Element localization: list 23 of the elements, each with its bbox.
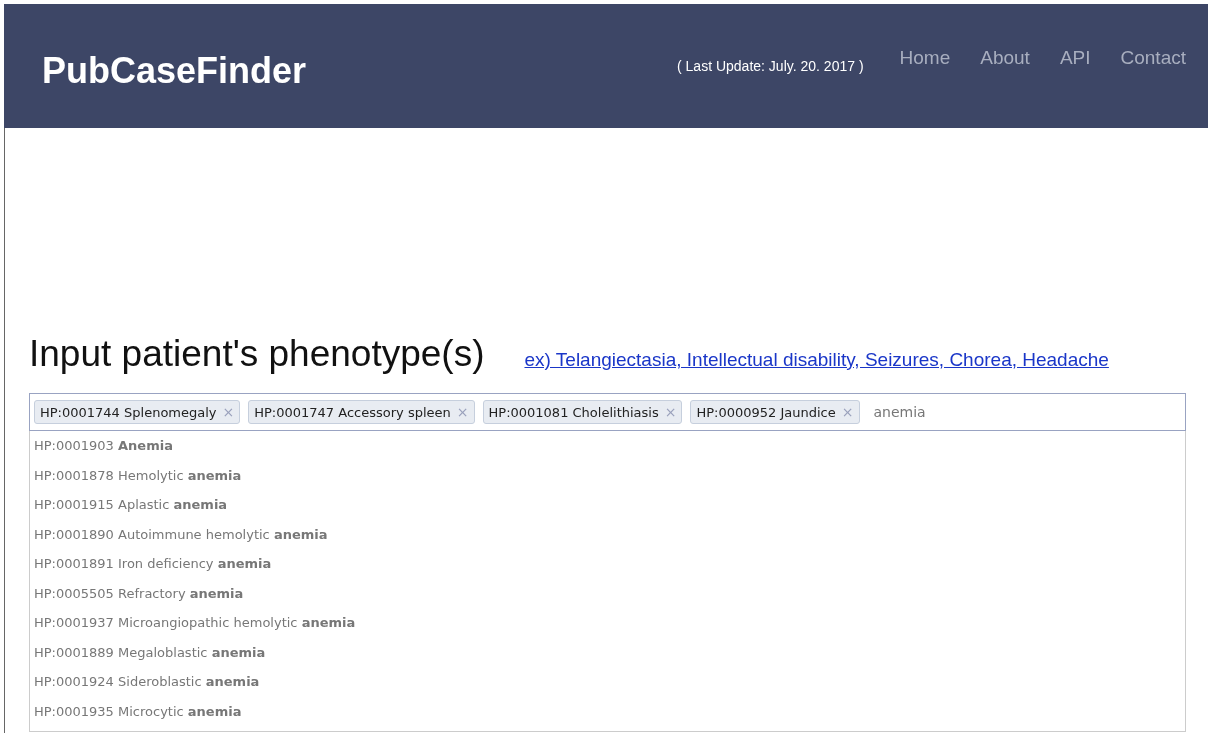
- suggestion-item[interactable]: HP:0001915 Aplastic anemia: [30, 490, 1185, 520]
- tag-label: HP:0001747 Accessory spleen: [254, 404, 451, 420]
- nav-link[interactable]: Contact: [1120, 47, 1186, 69]
- site-logo[interactable]: PubCaseFinder: [42, 50, 307, 92]
- suggestion-item[interactable]: HP:0001878 Hemolytic anemia: [30, 460, 1185, 490]
- tag-label: HP:0000952 Jaundice: [696, 404, 836, 420]
- suggestion-item[interactable]: HP:0001935 Microcytic anemia: [30, 696, 1185, 726]
- suggestion-item[interactable]: HP:0001937 Microangiopathic hemolytic anemia: [30, 608, 1185, 638]
- nav-link[interactable]: Home: [899, 47, 951, 69]
- suggestion-item[interactable]: HP:0001890 Autoimmune hemolytic anemia: [30, 519, 1185, 549]
- suggestion-item[interactable]: HP:0001924 Sideroblastic anemia: [30, 667, 1185, 697]
- tag-label: HP:0001081 Cholelithiasis: [488, 404, 659, 420]
- suggestion-item[interactable]: HP:0001889 Megaloblastic anemia: [30, 637, 1185, 667]
- suggestion-item[interactable]: HP:0001891 Iron deficiency anemia: [30, 549, 1185, 579]
- search-text: anemia: [873, 404, 926, 420]
- nav-link[interactable]: API: [1059, 47, 1091, 69]
- suggestion-item[interactable]: HP:0005505 Refractory anemia: [30, 578, 1185, 608]
- tag-label: HP:0001744 Splenomegaly: [40, 404, 217, 420]
- last-update-text: ( Last Update: July. 20. 2017 ): [677, 58, 864, 74]
- nav-link[interactable]: About: [980, 47, 1030, 69]
- example-link[interactable]: ex) Telangiectasia, Intellectual disability, Seizures, Chorea, Headache: [524, 349, 1109, 371]
- suggestion-item[interactable]: HP:0001903 Anemia: [30, 431, 1185, 461]
- page-heading: Input patient's phenotype(s): [29, 333, 485, 375]
